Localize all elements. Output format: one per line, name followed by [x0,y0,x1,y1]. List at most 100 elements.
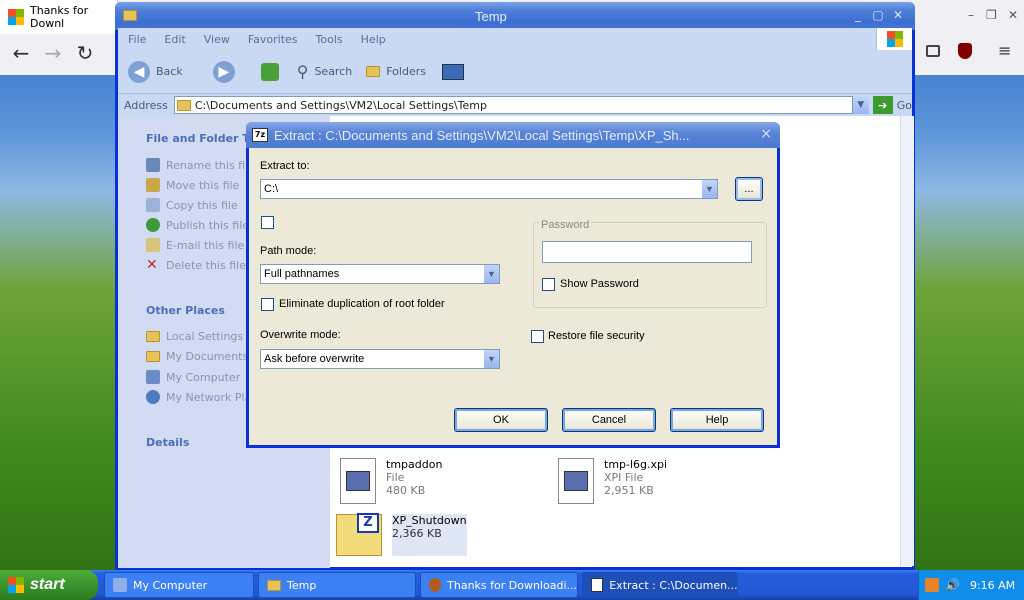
dialog-titlebar[interactable]: 7z Extract : C:\Documents and Settings\V… [246,122,780,148]
delete-icon: ✕ [146,258,158,272]
folder-icon [123,10,137,21]
go-button-label[interactable]: Go [897,99,912,112]
forward-button[interactable]: → [36,36,70,70]
menu-favorites[interactable]: Favorites [248,33,298,46]
menu-tools[interactable]: Tools [316,33,343,46]
vertical-scrollbar[interactable] [900,116,914,566]
clock[interactable]: 9:16 AM [970,579,1015,592]
taskbar-item-firefox[interactable]: Thanks for Downloadi... [420,572,578,598]
menu-file[interactable]: File [128,33,146,46]
overwrite-mode-label: Overwrite mode: [260,329,341,341]
back-button-label[interactable]: Back [156,65,183,78]
password-input[interactable] [542,241,752,263]
windows-flag-icon [876,28,912,50]
cancel-button[interactable]: Cancel [562,408,656,432]
taskbar-item-temp[interactable]: Temp [258,572,416,598]
file-icon [340,458,376,504]
password-group-label: Password [539,219,592,231]
explorer-toolbar: ◀ Back ▶ ⚲ Search Folders [118,50,912,94]
details-heading: Details [146,436,190,449]
views-icon[interactable] [441,63,464,80]
browser-close-button[interactable]: ✕ [1008,8,1018,22]
dialog-close-button[interactable]: × [760,126,772,142]
address-input[interactable]: C:\Documents and Settings\VM2\Local Sett… [173,96,853,114]
menu-view[interactable]: View [204,33,230,46]
maximize-button[interactable]: ▢ [869,6,887,24]
extract-to-value: C:\ [264,183,279,195]
up-folder-icon[interactable] [260,62,279,81]
menu-icon[interactable]: ≡ [998,43,1011,59]
path-mode-value: Full pathnames [264,268,340,280]
search-button-label[interactable]: Search [314,65,352,78]
library-icon[interactable] [926,45,940,57]
chevron-down-icon: ▼ [483,350,499,368]
xpi-file-icon [558,458,594,504]
eliminate-duplication-checkbox[interactable] [261,298,274,311]
envelope-icon [146,238,160,252]
path-mode-select[interactable]: Full pathnames ▼ [260,264,500,284]
help-button[interactable]: Help [670,408,764,432]
folder-icon [146,331,160,342]
dialog-title: Extract : C:\Documents and Settings\VM2\… [274,127,690,143]
back-arrow-icon[interactable]: ◀ [128,60,150,83]
password-group [533,222,767,308]
browser-maximize-button[interactable]: ❐ [986,8,997,22]
file-name: XP_Shutdown [392,514,467,527]
system-tray: 🔊 9:16 AM [918,570,1024,600]
taskbar-item-my-computer[interactable]: My Computer [104,572,254,598]
show-password-label: Show Password [560,278,639,290]
move-icon [146,178,160,192]
address-value: C:\Documents and Settings\VM2\Local Sett… [194,98,487,112]
explorer-titlebar[interactable]: Temp _ ▢ ✕ [115,2,915,30]
file-name: tmpaddon [386,458,443,471]
file-item[interactable]: tmpaddon File 480 KB [340,458,442,504]
browser-tab[interactable]: Thanks for Downl [0,0,118,34]
other-places-heading: Other Places [146,304,225,317]
windows-logo-icon [8,577,24,593]
firefox-icon [429,578,442,592]
browser-right-toolbar: – ❐ ✕ ≡ [914,0,1024,75]
overwrite-mode-select[interactable]: Ask before overwrite ▼ [260,349,500,369]
folder-icon [267,579,281,591]
restore-security-checkbox[interactable] [531,330,544,343]
volume-icon[interactable]: 🔊 [945,578,960,592]
tray-app-icon[interactable] [925,578,939,592]
extract-to-combo[interactable]: C:\ ▼ [260,179,718,199]
address-dropdown-icon[interactable]: ▼ [852,96,869,114]
go-arrow-icon[interactable]: ➔ [872,96,893,114]
taskbar-item-extract[interactable]: 7z Extract : C:\Documen... [582,572,738,598]
globe-icon [146,218,160,232]
browser-minimize-button[interactable]: – [968,8,974,22]
back-button[interactable]: ← [4,36,38,70]
overwrite-mode-value: Ask before overwrite [264,353,365,365]
extract-to-label: Extract to: [260,160,310,172]
close-button[interactable]: ✕ [889,6,907,24]
file-item-selected[interactable]: Z XP_Shutdown 2,366 KB [336,513,467,556]
browse-button[interactable]: ... [735,177,763,201]
menu-edit[interactable]: Edit [164,33,185,46]
file-size: 480 KB [386,484,426,497]
minimize-button[interactable]: _ [849,6,867,24]
folder-icon [176,99,191,111]
ok-button[interactable]: OK [454,408,548,432]
menu-bar: File Edit View Favorites Tools Help [118,28,912,50]
forward-arrow-icon[interactable]: ▶ [212,60,235,83]
start-button[interactable]: start [0,570,98,600]
start-label: start [30,576,65,593]
chevron-down-icon: ▼ [483,265,499,283]
file-item[interactable]: tmp-l6g.xpi XPI File 2,951 KB [558,458,667,504]
folders-icon[interactable] [366,66,381,77]
ublock-icon[interactable] [958,43,972,59]
show-password-checkbox[interactable] [542,278,555,291]
file-name: tmp-l6g.xpi [604,458,668,471]
computer-icon [146,370,160,384]
unnamed-checkbox[interactable] [261,216,274,229]
taskbar: start My Computer Temp Thanks for Downlo… [0,570,1024,600]
file-size: 2,366 KB [392,527,442,540]
menu-help[interactable]: Help [361,33,386,46]
search-icon[interactable]: ⚲ [297,62,309,81]
eliminate-duplication-label: Eliminate duplication of root folder [279,298,445,310]
folders-button-label[interactable]: Folders [386,65,426,78]
address-bar: Address C:\Documents and Settings\VM2\Lo… [118,94,912,116]
reload-button[interactable]: ↻ [68,36,102,70]
